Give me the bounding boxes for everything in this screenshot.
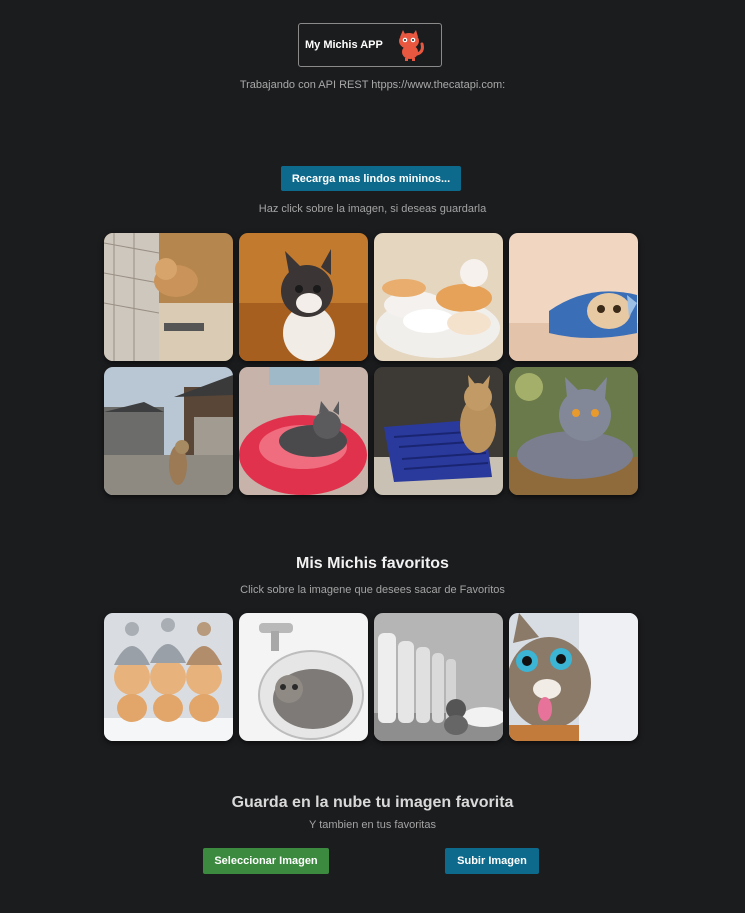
app-header: My Michis APP [298,23,442,67]
app-title: My Michis APP [305,39,383,51]
favorites-hint: Click sobre la imagene que desees sacar … [240,584,505,596]
upload-image-button[interactable]: Subir Imagen [445,848,539,874]
random-cat-image-7[interactable] [374,367,503,495]
random-cat-image-6[interactable] [239,367,368,495]
favorite-cat-image-2[interactable] [239,613,368,741]
cat-logo-icon [399,30,424,61]
random-cats-grid [104,233,640,495]
random-cat-image-4[interactable] [509,233,638,361]
favorite-cat-image-1[interactable] [104,613,233,741]
favorite-cat-image-4[interactable] [509,613,638,741]
upload-title: Guarda en la nube tu imagen favorita [231,794,514,811]
select-image-button[interactable]: Seleccionar Imagen [203,848,329,874]
random-cat-image-5[interactable] [104,367,233,495]
upload-hint: Y tambien en tus favoritas [309,819,436,831]
favorite-cat-image-3[interactable] [374,613,503,741]
favorite-cats-grid [104,613,640,741]
random-cat-image-8[interactable] [509,367,638,495]
api-subtitle: Trabajando con API REST htpps://www.thec… [239,79,506,91]
random-cat-image-1[interactable] [104,233,233,361]
random-cat-image-2[interactable] [239,233,368,361]
random-cat-image-3[interactable] [374,233,503,361]
reload-cats-button[interactable]: Recarga mas lindos mininos... [281,166,461,191]
favorites-title: Mis Michis favoritos [296,555,449,572]
save-hint: Haz click sobre la imagen, si deseas gua… [258,203,487,215]
